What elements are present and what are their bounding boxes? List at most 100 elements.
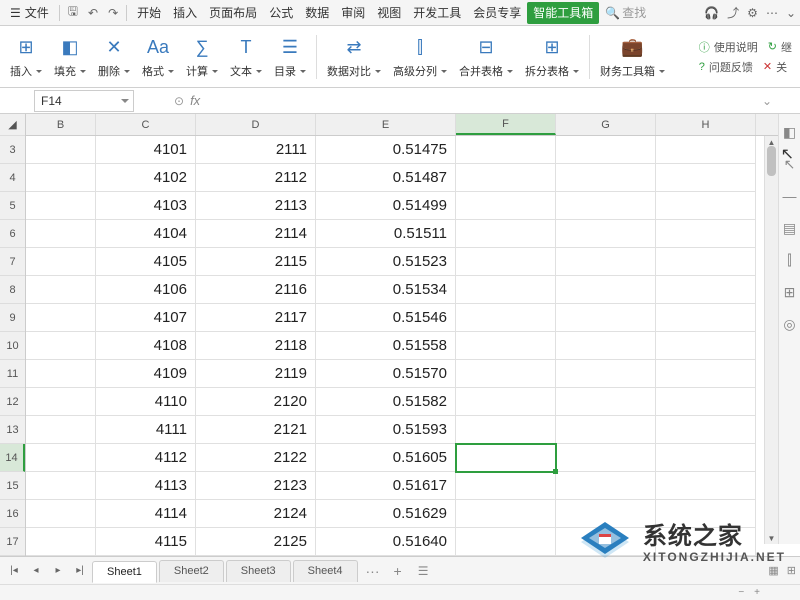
cell-D17[interactable]: 2125 xyxy=(196,528,316,556)
cell-H5[interactable] xyxy=(656,192,756,220)
cell-C8[interactable]: 4106 xyxy=(96,276,196,304)
cell-D10[interactable]: 2118 xyxy=(196,332,316,360)
column-header-D[interactable]: D xyxy=(196,114,316,135)
share-icon[interactable]: ⤴ xyxy=(727,4,739,21)
add-sheet-button[interactable]: + xyxy=(388,563,408,579)
cell-H3[interactable] xyxy=(656,136,756,164)
cell-D3[interactable]: 2111 xyxy=(196,136,316,164)
row-header-7[interactable]: 7 xyxy=(0,248,25,276)
name-box[interactable]: F14 xyxy=(34,90,134,112)
redo-icon[interactable]: ↷ xyxy=(104,6,122,20)
ribbon-delete-button[interactable]: ✕删除 xyxy=(92,29,136,85)
cell-C10[interactable]: 4108 xyxy=(96,332,196,360)
cell-E8[interactable]: 0.51534 xyxy=(316,276,456,304)
cell-F13[interactable] xyxy=(456,416,556,444)
cell-E4[interactable]: 0.51487 xyxy=(316,164,456,192)
cell-D13[interactable]: 2121 xyxy=(196,416,316,444)
view-layout-icon[interactable]: ⊞ xyxy=(787,564,796,577)
cell-D5[interactable]: 2113 xyxy=(196,192,316,220)
row-header-11[interactable]: 11 xyxy=(0,360,25,388)
cell-F3[interactable] xyxy=(456,136,556,164)
menu-tab-公式[interactable]: 公式 xyxy=(263,2,299,24)
cell-C3[interactable]: 4101 xyxy=(96,136,196,164)
cell-H13[interactable] xyxy=(656,416,756,444)
ribbon-compare-button[interactable]: ⇄数据对比 xyxy=(321,29,387,85)
cell-G9[interactable] xyxy=(556,304,656,332)
cell-D11[interactable]: 2119 xyxy=(196,360,316,388)
cell-G6[interactable] xyxy=(556,220,656,248)
row-header-9[interactable]: 9 xyxy=(0,304,25,332)
cell-B14[interactable] xyxy=(26,444,96,472)
grid-body[interactable]: 410121110.51475410221120.51487410321130.… xyxy=(26,136,800,556)
cell-H4[interactable] xyxy=(656,164,756,192)
sheet-tab-Sheet4[interactable]: Sheet4 xyxy=(293,560,358,582)
cell-C11[interactable]: 4109 xyxy=(96,360,196,388)
panel-layers-icon[interactable]: ▤ xyxy=(782,220,798,236)
cell-E11[interactable]: 0.51570 xyxy=(316,360,456,388)
row-header-17[interactable]: 17 xyxy=(0,528,25,556)
cell-F12[interactable] xyxy=(456,388,556,416)
zoom-in-icon[interactable]: + xyxy=(754,587,760,598)
row-header-13[interactable]: 13 xyxy=(0,416,25,444)
sheet-tab-Sheet2[interactable]: Sheet2 xyxy=(159,560,224,582)
cell-B9[interactable] xyxy=(26,304,96,332)
cell-E6[interactable]: 0.51511 xyxy=(316,220,456,248)
cell-E16[interactable]: 0.51629 xyxy=(316,500,456,528)
cell-H8[interactable] xyxy=(656,276,756,304)
tab-nav-next[interactable]: ▸ xyxy=(48,561,68,581)
menu-tab-数据[interactable]: 数据 xyxy=(299,2,335,24)
chevron-down-icon[interactable]: ⌄ xyxy=(786,6,796,20)
cell-C5[interactable]: 4103 xyxy=(96,192,196,220)
row-header-10[interactable]: 10 xyxy=(0,332,25,360)
column-header-C[interactable]: C xyxy=(96,114,196,135)
cell-H7[interactable] xyxy=(656,248,756,276)
cell-B13[interactable] xyxy=(26,416,96,444)
column-header-E[interactable]: E xyxy=(316,114,456,135)
tab-nav-last[interactable]: ▸| xyxy=(70,561,90,581)
cell-H9[interactable] xyxy=(656,304,756,332)
cell-D7[interactable]: 2115 xyxy=(196,248,316,276)
cell-G3[interactable] xyxy=(556,136,656,164)
tab-nav-first[interactable]: |◂ xyxy=(4,561,24,581)
ribbon-toc-button[interactable]: ☰目录 xyxy=(268,29,312,85)
row-header-15[interactable]: 15 xyxy=(0,472,25,500)
cell-F14[interactable] xyxy=(456,444,556,472)
cell-B11[interactable] xyxy=(26,360,96,388)
column-header-B[interactable]: B xyxy=(26,114,96,135)
cell-G4[interactable] xyxy=(556,164,656,192)
cell-D16[interactable]: 2124 xyxy=(196,500,316,528)
cell-B10[interactable] xyxy=(26,332,96,360)
column-header-H[interactable]: H xyxy=(656,114,756,135)
ribbon-merge-button[interactable]: ⊟合并表格 xyxy=(453,29,519,85)
search-fx-icon[interactable]: ⊙ xyxy=(174,94,184,108)
cell-C13[interactable]: 4111 xyxy=(96,416,196,444)
cell-F9[interactable] xyxy=(456,304,556,332)
cell-B6[interactable] xyxy=(26,220,96,248)
vertical-scrollbar[interactable]: ▲ ▼ xyxy=(764,136,778,544)
feedback-button[interactable]: ?问题反馈 ✕关 xyxy=(699,59,792,75)
row-header-12[interactable]: 12 xyxy=(0,388,25,416)
cell-G5[interactable] xyxy=(556,192,656,220)
cell-C16[interactable]: 4114 xyxy=(96,500,196,528)
zoom-out-icon[interactable]: − xyxy=(738,587,744,598)
panel-filter-icon[interactable]: ⫿ xyxy=(782,252,798,268)
cell-B5[interactable] xyxy=(26,192,96,220)
scroll-thumb[interactable] xyxy=(767,146,776,176)
cell-F6[interactable] xyxy=(456,220,556,248)
cell-B4[interactable] xyxy=(26,164,96,192)
ribbon-insert-button[interactable]: ⊞插入 xyxy=(4,29,48,85)
row-header-6[interactable]: 6 xyxy=(0,220,25,248)
ribbon-finance-button[interactable]: 💼财务工具箱 xyxy=(594,29,671,85)
cell-H12[interactable] xyxy=(656,388,756,416)
settings-icon[interactable]: ⚙ xyxy=(747,6,758,20)
panel-minus-icon[interactable]: — xyxy=(782,188,798,204)
cell-E9[interactable]: 0.51546 xyxy=(316,304,456,332)
ribbon-format-button[interactable]: Aa格式 xyxy=(136,29,180,85)
cell-F16[interactable] xyxy=(456,500,556,528)
menu-tab-审阅[interactable]: 审阅 xyxy=(335,2,371,24)
cell-E12[interactable]: 0.51582 xyxy=(316,388,456,416)
cell-D9[interactable]: 2117 xyxy=(196,304,316,332)
ribbon-fill-button[interactable]: ◧填充 xyxy=(48,29,92,85)
panel-fx-icon[interactable]: ⊞ xyxy=(782,284,798,300)
cell-E14[interactable]: 0.51605 xyxy=(316,444,456,472)
